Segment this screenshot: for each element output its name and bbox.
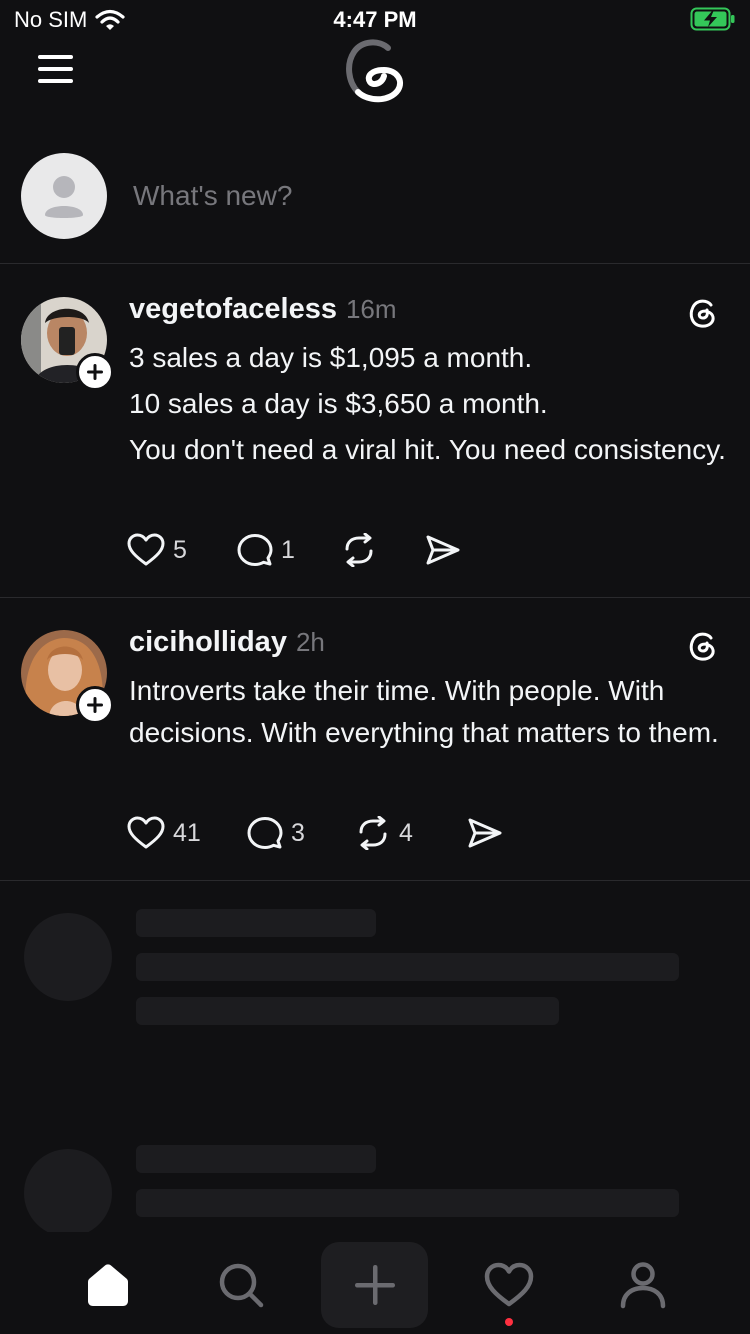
- threads-logo[interactable]: [340, 36, 410, 106]
- search-icon: [219, 1263, 263, 1308]
- tab-profile[interactable]: [589, 1242, 696, 1328]
- skeleton-line: [136, 1189, 679, 1217]
- like-count: 41: [173, 818, 201, 847]
- post-actions: 5 1: [127, 533, 461, 567]
- skeleton-avatar: [24, 1149, 112, 1237]
- skeleton-line: [136, 909, 376, 937]
- post-timestamp: 2h: [295, 627, 325, 657]
- post-timestamp: 16m: [345, 294, 397, 324]
- share-button[interactable]: [467, 816, 503, 850]
- reply-button[interactable]: 3: [247, 816, 355, 850]
- tab-search[interactable]: [187, 1242, 294, 1328]
- heart-icon: [127, 533, 165, 566]
- skeleton-line: [136, 997, 559, 1025]
- heart-icon: [484, 1262, 533, 1307]
- like-count: 5: [173, 535, 187, 564]
- send-icon: [426, 535, 460, 565]
- threads-badge-button[interactable]: [684, 628, 720, 664]
- default-avatar-icon: [45, 176, 83, 218]
- plus-icon: [87, 697, 103, 713]
- feed-post[interactable]: ciciholliday 2h Introverts take their ti…: [0, 598, 750, 881]
- threads-logo-icon: [346, 39, 404, 103]
- post-actions: 41 3 4: [127, 816, 503, 850]
- threads-feed-screen: No SIM 4:47 PM What's new? vegetofaceles…: [0, 0, 750, 1334]
- like-button[interactable]: 5: [127, 533, 237, 567]
- post-header: ciciholliday 2h: [129, 626, 325, 659]
- repost-icon: [345, 533, 373, 567]
- repost-icon: [359, 816, 387, 850]
- status-time: 4:47 PM: [333, 7, 417, 32]
- repost-button[interactable]: [341, 533, 425, 567]
- status-bar: No SIM 4:47 PM: [0, 0, 750, 40]
- profile-icon: [620, 1262, 665, 1309]
- bottom-tab-bar: [0, 1232, 750, 1334]
- tab-home[interactable]: [54, 1242, 161, 1328]
- skeleton-avatar: [24, 913, 112, 1001]
- current-user-avatar: [21, 153, 107, 239]
- post-username[interactable]: vegetofaceless: [129, 293, 337, 326]
- home-icon: [87, 1264, 128, 1306]
- send-icon: [468, 818, 502, 848]
- reply-button[interactable]: 1: [237, 533, 341, 567]
- repost-button[interactable]: 4: [355, 816, 467, 850]
- whats-new-input[interactable]: What's new?: [133, 180, 292, 212]
- tab-create[interactable]: [321, 1242, 428, 1328]
- skeleton-line: [136, 953, 679, 981]
- share-button[interactable]: [425, 533, 461, 567]
- comment-icon: [247, 817, 283, 849]
- plus-icon: [87, 364, 103, 380]
- plus-icon: [354, 1265, 395, 1305]
- feed-post[interactable]: vegetofaceless 16m 3 sales a day is $1,0…: [0, 265, 750, 598]
- threads-icon: [689, 632, 715, 661]
- comment-icon: [237, 534, 273, 566]
- menu-button[interactable]: [36, 52, 76, 86]
- battery-icon: [690, 7, 736, 36]
- threads-icon: [689, 299, 715, 328]
- menu-icon: [38, 55, 73, 83]
- post-text-line: You don't need a viral hit. You need con…: [129, 434, 726, 465]
- post-username[interactable]: ciciholliday: [129, 626, 287, 659]
- post-body: 3 sales a day is $1,095 a month. 10 sale…: [129, 337, 729, 475]
- follow-button[interactable]: [76, 353, 114, 391]
- new-post-composer[interactable]: What's new?: [0, 150, 750, 264]
- heart-icon: [127, 816, 165, 849]
- post-header: vegetofaceless 16m: [129, 293, 397, 326]
- follow-button[interactable]: [76, 686, 114, 724]
- notification-dot: [505, 1318, 513, 1326]
- reply-count: 3: [291, 818, 305, 847]
- post-text-line: 3 sales a day is $1,095 a month.: [129, 342, 533, 373]
- tab-activity[interactable]: [455, 1242, 562, 1328]
- post-body: Introverts take their time. With people.…: [129, 670, 729, 758]
- skeleton-line: [136, 1145, 376, 1173]
- post-text-line: Introverts take their time. With people.…: [129, 675, 719, 748]
- threads-badge-button[interactable]: [684, 295, 720, 331]
- repost-count: 4: [399, 818, 413, 847]
- like-button[interactable]: 41: [127, 816, 247, 850]
- post-text-line: 10 sales a day is $3,650 a month.: [129, 388, 548, 419]
- reply-count: 1: [281, 535, 295, 564]
